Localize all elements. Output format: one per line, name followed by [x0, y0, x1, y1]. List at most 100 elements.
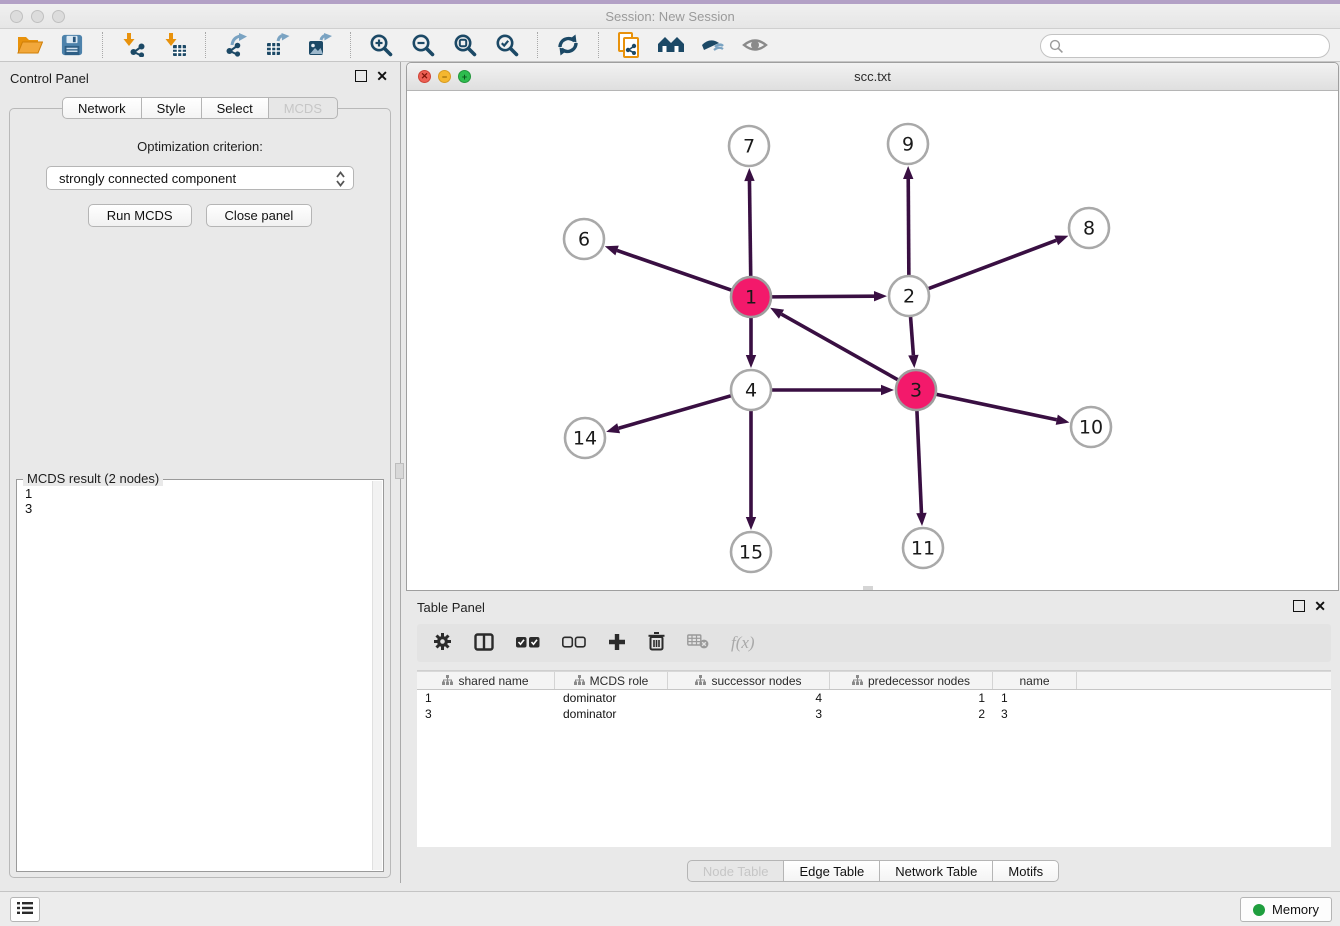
node-label-2: 2	[903, 286, 915, 308]
edge-4-15[interactable]	[746, 411, 756, 530]
select-all-columns-button[interactable]	[516, 636, 540, 651]
graph-node-11[interactable]: 11	[903, 528, 943, 568]
edge-4-3[interactable]	[772, 385, 894, 395]
zoom-selected-icon	[495, 33, 519, 57]
checked-boxes-icon	[516, 636, 540, 651]
task-history-button[interactable]	[10, 897, 40, 922]
network-canvas[interactable]: 7 9 6 8 1 2 4 3 14 10 15 11	[407, 91, 1338, 590]
cell-1-name[interactable]: 3	[993, 706, 1077, 722]
table-settings-button[interactable]	[433, 632, 452, 654]
cell-1-MCDS-role[interactable]: dominator	[555, 706, 668, 722]
edge-4-14[interactable]	[606, 396, 731, 433]
close-table-panel-button[interactable]: ✕	[1314, 600, 1326, 612]
criterion-select[interactable]: strongly connected component	[46, 166, 354, 190]
graph-node-14[interactable]: 14	[565, 418, 605, 458]
edge-3-1[interactable]	[770, 308, 898, 380]
delete-table-button[interactable]	[687, 634, 709, 652]
paintbrush-eye-button[interactable]	[697, 31, 729, 59]
zoom-fit-button[interactable]	[449, 31, 481, 59]
tab-node-table[interactable]: Node Table	[687, 860, 785, 882]
unselect-all-columns-button[interactable]	[562, 636, 586, 651]
tab-style[interactable]: Style	[141, 97, 202, 119]
tab-motifs[interactable]: Motifs	[992, 860, 1059, 882]
tab-edge-table[interactable]: Edge Table	[783, 860, 880, 882]
tab-network-table[interactable]: Network Table	[879, 860, 993, 882]
tab-network[interactable]: Network	[62, 97, 142, 119]
run-mcds-button[interactable]: Run MCDS	[88, 204, 192, 227]
canvas-resize-grip[interactable]	[863, 586, 873, 590]
export-image-button[interactable]	[304, 31, 336, 59]
graph-node-1[interactable]: 1	[731, 277, 771, 317]
edge-2-9[interactable]	[903, 166, 913, 275]
tab-select[interactable]: Select	[201, 97, 269, 119]
mcds-result-text[interactable]: 1 3	[19, 484, 371, 869]
network-window-titlebar[interactable]: ✕ − + scc.txt	[407, 63, 1338, 91]
float-table-panel-button[interactable]	[1293, 600, 1305, 612]
column-header-name[interactable]: name	[993, 672, 1077, 689]
column-header-successor-nodes[interactable]: successor nodes	[668, 672, 830, 689]
cell-0-name[interactable]: 1	[993, 690, 1077, 706]
function-builder-button[interactable]: f(x)	[731, 633, 755, 653]
edge-2-3[interactable]	[908, 317, 918, 368]
table-row-0[interactable]: 1dominator411	[417, 690, 1331, 706]
memory-label: Memory	[1272, 902, 1319, 917]
graph-node-15[interactable]: 15	[731, 532, 771, 572]
cell-0-successor-nodes[interactable]: 4	[668, 690, 830, 706]
float-panel-button[interactable]	[355, 70, 367, 82]
export-image-icon	[308, 33, 332, 57]
edge-3-11[interactable]	[916, 411, 926, 526]
close-panel-button[interactable]: ✕	[376, 70, 388, 82]
column-header-MCDS-role[interactable]: MCDS role	[555, 672, 668, 689]
graph-node-10[interactable]: 10	[1071, 407, 1111, 447]
open-session-button[interactable]	[14, 31, 46, 59]
eye-button[interactable]	[739, 31, 771, 59]
graph-node-7[interactable]: 7	[729, 126, 769, 166]
houses-icon-button[interactable]	[655, 31, 687, 59]
result-scrollbar[interactable]	[372, 481, 382, 870]
shared-column-icon	[574, 674, 585, 688]
close-mcds-panel-button[interactable]: Close panel	[206, 204, 313, 227]
edge-1-2[interactable]	[772, 291, 887, 301]
duplicate-network-button[interactable]	[613, 31, 645, 59]
column-header-shared-name[interactable]: shared name	[417, 672, 555, 689]
graph-node-3[interactable]: 3	[896, 370, 936, 410]
zoom-selected-button[interactable]	[491, 31, 523, 59]
save-session-button[interactable]	[56, 31, 88, 59]
tab-mcds[interactable]: MCDS	[268, 97, 338, 119]
cell-1-predecessor-nodes[interactable]: 2	[830, 706, 993, 722]
refresh-view-button[interactable]	[552, 31, 584, 59]
eye-icon	[742, 35, 768, 55]
graph-node-9[interactable]: 9	[888, 124, 928, 164]
zoom-out-button[interactable]	[407, 31, 439, 59]
panel-splitter-grip[interactable]	[395, 463, 404, 479]
split-view-button[interactable]	[474, 633, 494, 654]
node-label-4: 4	[745, 380, 757, 402]
column-label: predecessor nodes	[868, 674, 970, 688]
add-column-button[interactable]	[608, 633, 626, 654]
cell-1-shared-name[interactable]: 3	[417, 706, 555, 722]
edge-1-4[interactable]	[746, 318, 756, 368]
edge-1-7[interactable]	[744, 168, 754, 276]
import-network-button[interactable]	[117, 31, 149, 59]
graph-node-8[interactable]: 8	[1069, 208, 1109, 248]
cell-1-successor-nodes[interactable]: 3	[668, 706, 830, 722]
graph-node-6[interactable]: 6	[564, 219, 604, 259]
table-row-1[interactable]: 3dominator323	[417, 706, 1331, 722]
delete-column-button[interactable]	[648, 632, 665, 654]
edge-3-10[interactable]	[937, 394, 1070, 425]
import-table-button[interactable]	[159, 31, 191, 59]
memory-button[interactable]: Memory	[1240, 897, 1332, 922]
export-table-button[interactable]	[262, 31, 294, 59]
export-network-button[interactable]	[220, 31, 252, 59]
zoom-in-button[interactable]	[365, 31, 397, 59]
save-floppy-icon	[61, 34, 83, 56]
search-input[interactable]	[1040, 34, 1330, 58]
column-header-predecessor-nodes[interactable]: predecessor nodes	[830, 672, 993, 689]
graph-node-2[interactable]: 2	[889, 276, 929, 316]
edge-1-6[interactable]	[605, 246, 731, 291]
cell-0-MCDS-role[interactable]: dominator	[555, 690, 668, 706]
cell-0-predecessor-nodes[interactable]: 1	[830, 690, 993, 706]
edge-2-8[interactable]	[929, 236, 1069, 289]
cell-0-shared-name[interactable]: 1	[417, 690, 555, 706]
graph-node-4[interactable]: 4	[731, 370, 771, 410]
